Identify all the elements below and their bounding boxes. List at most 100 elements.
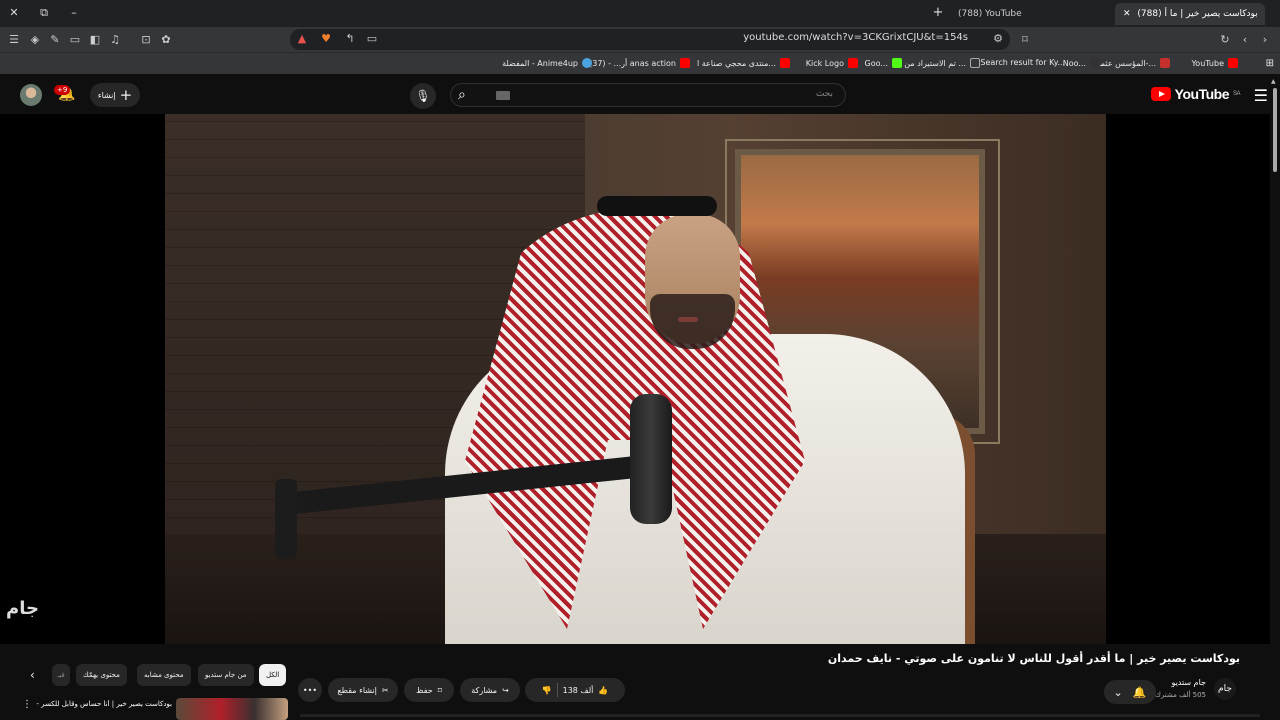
address-bar[interactable]: ▲ ♥ ↰ ▭ youtube.com/watch?v=3CKGrixtCJU&…	[290, 29, 1010, 50]
clip-button[interactable]: إنشاء مقطع ✂	[328, 678, 398, 702]
scrollbar-thumb[interactable]	[1273, 88, 1277, 172]
brave-shields-icon[interactable]: ♥	[318, 31, 334, 47]
tab-title: (788) بودكاست يصير خير | ما أ	[1137, 9, 1258, 19]
keyboard-icon[interactable]	[496, 91, 510, 100]
divider	[556, 683, 558, 697]
tab-active-video[interactable]: ✕ (788) بودكاست يصير خير | ما أ	[1115, 3, 1265, 25]
bookmark-item[interactable]: YouTube	[1191, 58, 1238, 68]
notifications-badge: +9	[54, 85, 71, 95]
bookmark-item[interactable]: منتدى محجي صناعة ا...	[697, 58, 790, 68]
save-button[interactable]: حفظ ⌑	[404, 678, 454, 702]
bookmark-item[interactable]: تم الاستيراد من ...	[904, 58, 980, 68]
tab-title: (788) YouTube	[958, 9, 1022, 19]
video-title: بودكاست يصير خير | ما أقدر أقول للناس لا…	[827, 652, 1240, 665]
close-window-icon[interactable]: ✕	[6, 6, 22, 20]
url-text: youtube.com/watch?v=3CKGrixtCJU&t=154s	[743, 32, 968, 43]
site-icon	[1090, 58, 1100, 68]
chip-similar[interactable]: محتوى مشابه	[137, 664, 191, 686]
bookmark-item[interactable]: المفضلة - Anime4up	[502, 58, 592, 68]
recommended-title[interactable]: بودكاست يصير خير | أنا حساس وقابل للكسر …	[36, 700, 172, 708]
plus-icon: +	[119, 86, 133, 104]
search-input[interactable]: بحث	[450, 83, 846, 107]
forward-icon[interactable]: ‹	[1237, 32, 1253, 48]
chip-from-channel[interactable]: من جام ستديو	[198, 664, 254, 686]
page-scrollbar[interactable]: ▲	[1270, 76, 1280, 720]
youtube-icon	[848, 58, 858, 68]
channel-name[interactable]: جام ستديو	[1171, 678, 1206, 687]
bookmark-item[interactable]: المؤسس عثمان-...	[1092, 58, 1170, 68]
screenshot-icon[interactable]: ⊡	[138, 32, 154, 48]
like-icon[interactable]: 👍	[598, 686, 608, 695]
video-player[interactable]: جام	[0, 114, 1270, 644]
browser-tab-bar: ✕ ⧉ – + (788) YouTube ✕ (788) بودكاست يص…	[0, 0, 1280, 27]
close-tab-icon[interactable]: ✕	[1123, 9, 1131, 19]
shield-icon[interactable]: ◈	[27, 32, 43, 48]
anime-icon	[582, 58, 592, 68]
tabs-icon[interactable]: ▭	[67, 32, 83, 48]
bookmark-item[interactable]: أر... - (37) anas action	[589, 58, 690, 68]
bookmark-item[interactable]: Noo...	[1063, 58, 1100, 68]
bell-icon: 🔔	[1132, 685, 1147, 699]
music-icon[interactable]: ♫	[107, 32, 123, 48]
agal	[597, 196, 717, 216]
share-button[interactable]: مشاركة ↪	[460, 678, 520, 702]
folder-icon	[970, 58, 980, 68]
site-settings-icon[interactable]: ⚙	[990, 31, 1006, 47]
video-info: بودكاست يصير خير | ما أقدر أقول للناس لا…	[0, 644, 1270, 720]
bookmarks-bar: YouTube المؤسس عثمان-... Noo... Search r…	[0, 52, 1280, 74]
tab-youtube-home[interactable]: (788) YouTube	[950, 3, 1133, 25]
chip-all[interactable]: الكل	[259, 664, 287, 686]
pen-icon[interactable]: ✎	[47, 32, 63, 48]
brave-rewards-icon[interactable]: ▲	[294, 31, 310, 47]
extensions-icon[interactable]: ✿	[158, 32, 174, 48]
video-frame	[165, 114, 1106, 644]
kick-icon	[892, 58, 902, 68]
minimize-window-icon[interactable]: –	[66, 6, 82, 20]
youtube-logo[interactable]: YouTube SA	[1150, 86, 1241, 102]
microphone-arm-joint	[275, 479, 297, 559]
browser-toolbar: ☰ ◈ ✎ ▭ ◧ ♫ ⊡ ✿ ▲ ♥ ↰ ▭ youtube.com/watc…	[0, 27, 1280, 52]
mouth	[678, 317, 698, 322]
more-vert-icon[interactable]: ⋮	[22, 699, 32, 710]
description-box-edge	[300, 714, 1260, 717]
more-actions-button[interactable]: •••	[298, 678, 322, 702]
channel-watermark[interactable]: جام	[6, 598, 39, 619]
site-icon	[1160, 58, 1170, 68]
youtube-icon	[680, 58, 690, 68]
bookmark-item[interactable]: Goo...	[865, 58, 902, 68]
reader-icon[interactable]: ▭	[364, 31, 380, 47]
hamburger-menu-icon[interactable]: ☰	[1254, 86, 1268, 105]
youtube-header: ☰ YouTube SA بحث ⌕ 🎙 إنشاء + 🔔	[0, 76, 1280, 114]
channel-avatar[interactable]: جام	[1214, 678, 1236, 700]
bookmarks-grid-icon[interactable]: ⊞	[1266, 58, 1274, 69]
youtube-icon	[1228, 58, 1238, 68]
bookmark-item[interactable]: Kick Logo	[806, 58, 858, 68]
microphone	[630, 394, 672, 524]
recommended-thumbnail[interactable]	[176, 698, 288, 720]
share-icon[interactable]: ↰	[342, 31, 358, 47]
subscribed-button[interactable]: ⌄ 🔔	[1104, 680, 1156, 704]
back-icon[interactable]: ›	[1257, 32, 1273, 48]
chip-related-interest[interactable]: محتوى يهمّك	[76, 664, 127, 686]
subscriber-count: 505 ألف مشترك	[1155, 691, 1206, 699]
like-count[interactable]: 138 ألف	[563, 686, 594, 695]
microphone-icon[interactable]: 🎙	[410, 83, 436, 109]
reload-icon[interactable]: ↻	[1217, 32, 1233, 48]
chip-partial[interactable]: فيـ	[52, 664, 70, 686]
bookmark-item[interactable]: Search result for Ky...	[980, 58, 1065, 67]
create-button[interactable]: إنشاء +	[90, 83, 140, 107]
new-tab-icon[interactable]: +	[930, 6, 946, 20]
chevron-down-icon: ⌄	[1113, 685, 1123, 699]
avatar[interactable]	[20, 84, 42, 106]
restore-window-icon[interactable]: ⧉	[36, 6, 52, 20]
dislike-icon[interactable]: 👎	[542, 686, 552, 695]
sidebar-icon[interactable]: ◧	[87, 32, 103, 48]
bookmark-icon[interactable]: ⌑	[1017, 32, 1033, 48]
scroll-up-icon[interactable]: ▲	[1271, 78, 1276, 85]
search-icon[interactable]: ⌕	[458, 87, 466, 103]
scissors-icon: ✂	[381, 685, 389, 695]
bookmark-icon: ⌑	[437, 685, 442, 695]
menu-icon[interactable]: ☰	[6, 32, 22, 48]
share-icon: ↪	[502, 685, 509, 695]
chevron-left-icon[interactable]: ‹	[30, 668, 35, 682]
